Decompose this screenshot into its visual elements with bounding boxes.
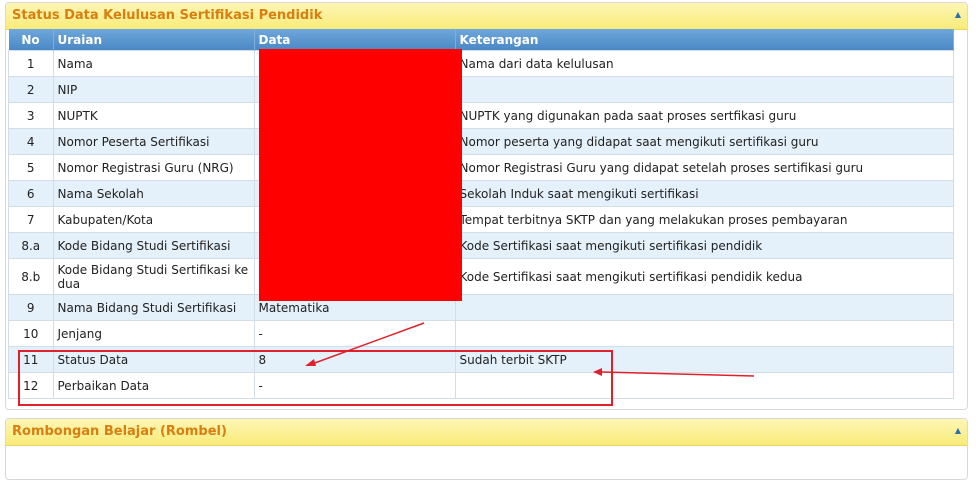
panel-title: Rombongan Belajar (Rombel) <box>12 424 227 439</box>
panel-header[interactable]: Rombongan Belajar (Rombel) ▲ <box>6 419 967 446</box>
collapse-icon[interactable]: ▲ <box>955 426 961 435</box>
arrow-to-status-value <box>311 322 425 365</box>
rombel-panel: Rombongan Belajar (Rombel) ▲ <box>5 418 968 480</box>
annotation-arrows <box>305 322 755 377</box>
arrow-head-status-value <box>305 359 316 366</box>
arrow-to-status-keterangan <box>599 371 755 377</box>
arrow-head-status-keterangan <box>593 368 602 376</box>
